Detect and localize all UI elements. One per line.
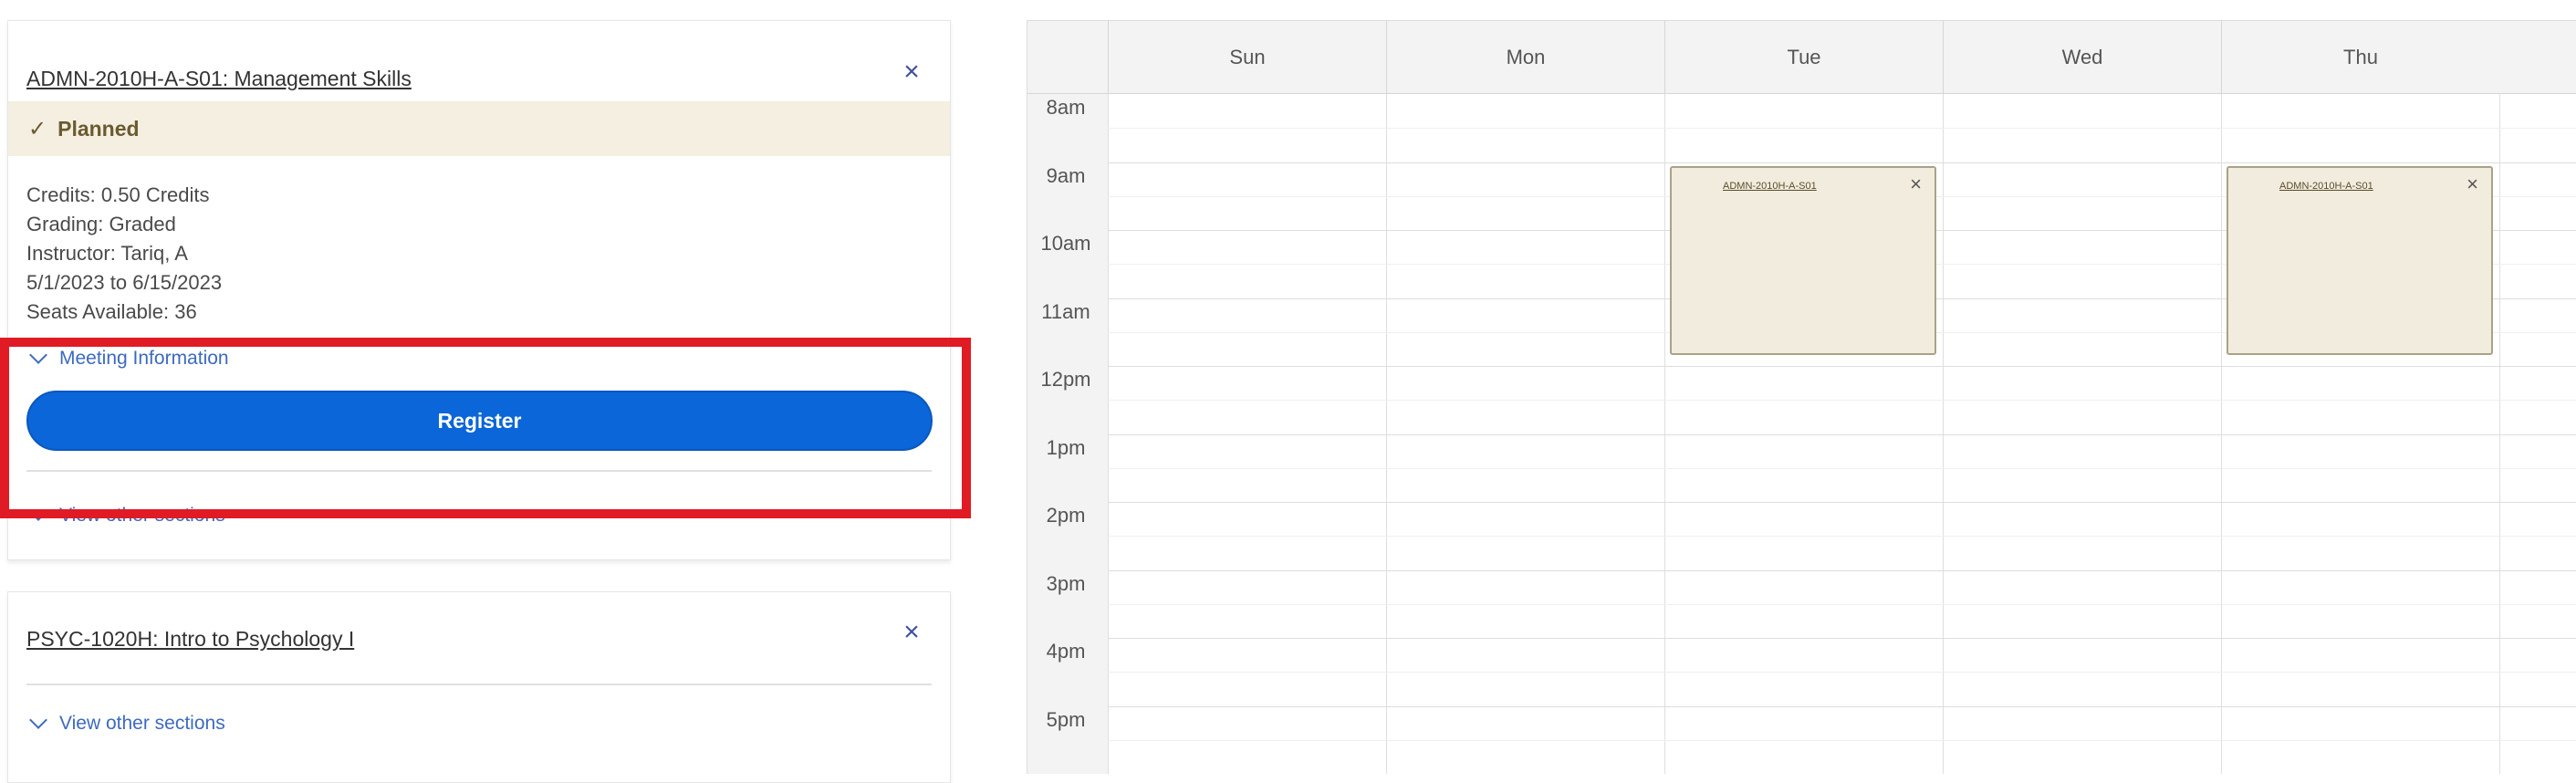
hour-gridline (1108, 705, 2576, 707)
time-label: 4pm (1046, 640, 1086, 663)
view-other-sections-label: View other sections (59, 505, 225, 526)
time-label: 11am (1041, 299, 1090, 323)
day-header-thu: Thu (2221, 21, 2499, 94)
course-title-link[interactable]: ADMN-2010H-A-S01: Management Skills (26, 67, 412, 91)
time-label: 12pm (1040, 368, 1091, 391)
half-hour-gridline (1108, 603, 2576, 605)
calendar-event-thu[interactable]: ADMN-2010H-A-S01 × (2227, 165, 2493, 355)
hour-gridline (1108, 502, 2576, 503)
half-hour-gridline (1108, 400, 2576, 402)
close-icon[interactable]: × (897, 618, 926, 647)
event-course-label[interactable]: ADMN-2010H-A-S01 (2279, 181, 2373, 192)
time-label: 3pm (1046, 571, 1086, 595)
course-card-admn: ADMN-2010H-A-S01: Management Skills × ✓ … (7, 20, 951, 560)
time-label: 8am (1046, 96, 1086, 119)
instructor-text: Instructor: Tariq, A (26, 242, 188, 265)
course-card-psyc: PSYC-1020H: Intro to Psychology I × View… (7, 591, 951, 783)
hour-gridline (1108, 366, 2576, 367)
credits-text: Credits: 0.50 Credits (26, 183, 210, 206)
dates-text: 5/1/2023 to 6/15/2023 (26, 271, 223, 294)
card-divider (26, 684, 932, 685)
half-hour-gridline (1108, 536, 2576, 538)
calendar-header: Sun Mon Tue Wed Thu (1027, 21, 2576, 94)
schedule-calendar: Sun Mon Tue Wed Thu 8am 9am 10am 11am 12pm 1pm 2pm… (1027, 20, 2576, 774)
half-hour-gridline (1108, 672, 2576, 673)
course-details: Credits: 0.50 Credits Grading: Graded In… (26, 181, 222, 327)
half-hour-gridline (1108, 467, 2576, 469)
view-other-sections-toggle[interactable]: View other sections (26, 503, 225, 527)
course-title-link[interactable]: PSYC-1020H: Intro to Psychology I (26, 627, 354, 652)
chevron-down-icon (29, 346, 47, 364)
close-icon[interactable]: × (1910, 172, 1922, 195)
time-label: 5pm (1046, 707, 1086, 731)
meeting-information-label: Meeting Information (59, 348, 229, 369)
hour-gridline (1108, 569, 2576, 571)
course-list-panel: ADMN-2010H-A-S01: Management Skills × ✓ … (0, 0, 975, 783)
check-icon: ✓ (28, 116, 47, 141)
day-header-tue: Tue (1664, 21, 1943, 94)
view-other-sections-toggle[interactable]: View other sections (26, 711, 225, 735)
day-header-mon: Mon (1386, 21, 1664, 94)
chevron-down-icon (29, 711, 47, 729)
time-label: 1pm (1046, 435, 1086, 459)
chevron-down-icon (29, 503, 47, 521)
calendar-event-tue[interactable]: ADMN-2010H-A-S01 × (1670, 165, 1936, 355)
event-course-label[interactable]: ADMN-2010H-A-S01 (1723, 181, 1817, 192)
seats-text: Seats Available: 36 (26, 300, 197, 323)
meeting-information-toggle[interactable]: Meeting Information (26, 346, 229, 370)
hour-gridline (1108, 638, 2576, 639)
half-hour-gridline (1108, 739, 2576, 741)
time-label: 2pm (1046, 504, 1086, 527)
half-hour-gridline (1108, 128, 2576, 130)
time-label: 10am (1040, 232, 1091, 255)
register-button[interactable]: Register (26, 391, 933, 451)
hour-gridline (1108, 433, 2576, 435)
card-divider (26, 470, 932, 472)
day-header-wed: Wed (1943, 21, 2221, 94)
hour-gridline (1108, 162, 2576, 163)
status-label: Planned (57, 116, 140, 141)
planned-status-banner: ✓ Planned (8, 101, 950, 156)
close-icon[interactable]: × (2466, 172, 2478, 195)
close-icon[interactable]: × (897, 57, 926, 87)
grading-text: Grading: Graded (26, 213, 176, 235)
time-gutter (1027, 94, 1108, 774)
view-other-sections-label: View other sections (59, 713, 225, 734)
day-header-sun: Sun (1108, 21, 1386, 94)
time-label: 9am (1046, 163, 1086, 187)
